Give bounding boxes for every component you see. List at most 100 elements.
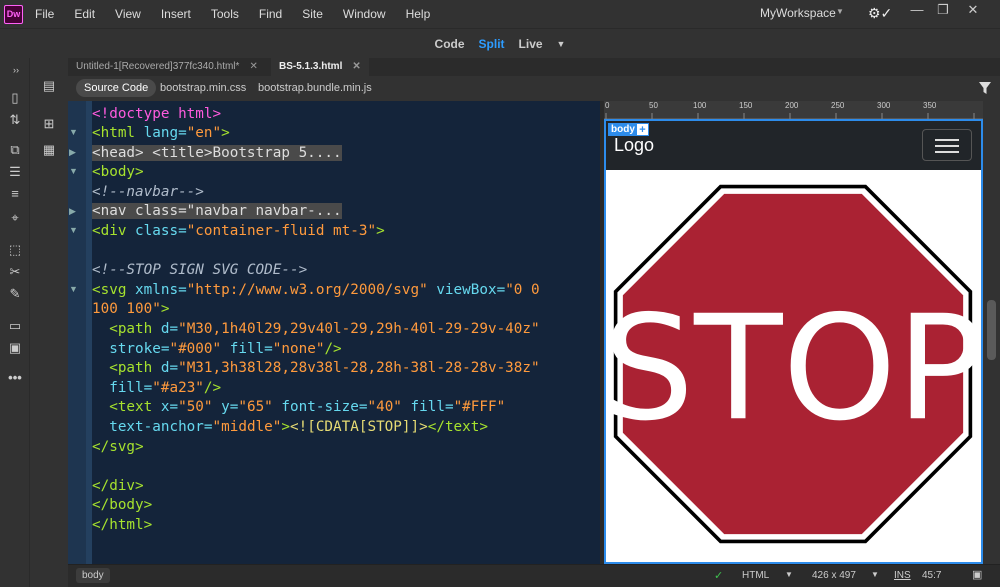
code-token: <path — [92, 360, 161, 376]
menu-file[interactable]: File — [35, 7, 54, 21]
code-line-21: </body> — [92, 495, 152, 515]
dom-tree-icon[interactable]: ⊞ — [41, 116, 57, 132]
preview-navbar: Logo — [606, 121, 981, 170]
code-token: /> — [324, 341, 342, 357]
element-tag-badge[interactable]: body — [608, 123, 638, 136]
expand-icon[interactable]: ›› — [8, 62, 24, 78]
sync-settings-icon[interactable]: ⚙✓ — [868, 5, 892, 21]
ruler-label: 250 — [831, 101, 845, 110]
code-view-button[interactable]: Code — [435, 37, 465, 51]
doctype-select[interactable]: HTML — [742, 570, 769, 581]
menu-find[interactable]: Find — [259, 7, 282, 21]
code-comment: <!--navbar--> — [92, 184, 204, 200]
collapsed-code[interactable]: <head> <title>Bootstrap 5.... — [92, 145, 342, 161]
restore-icon[interactable]: ❐ — [932, 2, 954, 22]
fold-open-icon[interactable]: ▼ — [69, 284, 79, 294]
code-token: "0 0 — [505, 282, 540, 298]
minimize-icon[interactable]: — — [906, 2, 928, 22]
fold-closed-icon[interactable]: ▶ — [69, 206, 79, 217]
code-comment: <!--STOP SIGN SVG CODE--> — [92, 262, 308, 278]
workspace-switcher[interactable]: MyWorkspace — [760, 6, 836, 20]
source-code-button[interactable]: Source Code — [76, 79, 157, 97]
code-token: xmlns= — [135, 282, 187, 298]
select-icon[interactable]: ⬚ — [7, 242, 23, 258]
code-token: <svg — [92, 282, 136, 298]
preview-icon[interactable]: ▣ — [972, 568, 982, 581]
ruler-label: 200 — [785, 101, 799, 110]
snippet-icon[interactable]: ▣ — [7, 340, 23, 356]
ruler-label: 100 — [693, 101, 707, 110]
brush-icon[interactable]: ✎ — [7, 286, 23, 302]
comment-icon[interactable]: ▭ — [7, 318, 23, 334]
chevron-down-icon[interactable]: ▼ — [836, 7, 844, 16]
code-token: viewBox= — [427, 282, 506, 298]
menu-window[interactable]: Window — [343, 7, 386, 21]
code-line-3: <head> <title>Bootstrap 5.... — [92, 143, 342, 163]
file-transfer-icon[interactable]: ⇅ — [7, 112, 23, 128]
wrap-icon[interactable]: ✂ — [7, 264, 23, 280]
menu-edit[interactable]: Edit — [74, 7, 95, 21]
navbar-logo[interactable]: Logo — [614, 135, 654, 156]
split-view-button[interactable]: Split — [479, 37, 505, 51]
indent-icon[interactable]: ≡ — [7, 186, 23, 202]
new-file-icon[interactable]: ▯ — [7, 90, 23, 106]
code-line-7: <div class="container-fluid mt-3"> — [92, 221, 385, 241]
code-line-13: stroke="#000" fill="none"/> — [92, 339, 342, 359]
code-line-15: fill="#a23"/> — [92, 378, 221, 398]
related-file-js[interactable]: bootstrap.bundle.min.js — [258, 82, 372, 94]
assets-icon[interactable]: ▦ — [41, 142, 57, 158]
code-token: "#a23" — [152, 380, 204, 396]
fold-open-icon[interactable]: ▼ — [69, 166, 79, 176]
code-line-22: </html> — [92, 515, 152, 535]
ruler-label: 50 — [649, 101, 658, 110]
code-token: text-anchor= — [92, 419, 213, 435]
menu-site[interactable]: Site — [302, 7, 323, 21]
fold-open-icon[interactable]: ▼ — [69, 225, 79, 235]
code-editor[interactable]: <!doctype html> <html lang="en"> <head> … — [92, 101, 600, 564]
tab-untitled[interactable]: Untitled-1[Recovered]377fc340.html* ✕ — [68, 58, 266, 76]
close-icon[interactable]: ✕ — [962, 2, 984, 22]
scrollbar-thumb[interactable] — [987, 300, 996, 360]
code-line-2: <html lang="en"> — [92, 123, 230, 143]
add-element-button[interactable]: + — [636, 123, 649, 136]
code-token: class= — [135, 223, 187, 239]
hamburger-icon — [935, 151, 959, 153]
menu-insert[interactable]: Insert — [161, 7, 191, 21]
fold-open-icon[interactable]: ▼ — [69, 127, 79, 137]
code-token: d= — [160, 360, 179, 376]
check-icon[interactable]: ✓ — [714, 569, 723, 582]
code-view-icon[interactable]: ⧉ — [7, 142, 23, 158]
fold-closed-icon[interactable]: ▶ — [69, 147, 79, 158]
code-token: </text> — [427, 419, 488, 435]
live-view[interactable]: Logo body + STOP — [604, 119, 983, 564]
collapsed-code[interactable]: <nav class="navbar navbar-... — [92, 203, 342, 219]
code-token: </html> — [92, 517, 153, 533]
chevron-down-icon[interactable]: ▼ — [557, 39, 566, 49]
tab-bs-5-1-3[interactable]: BS-5.1.3.html ✕ — [271, 58, 369, 76]
close-icon[interactable]: ✕ — [249, 61, 257, 72]
code-format-icon[interactable]: ☰ — [7, 164, 23, 180]
code-token: stroke= — [92, 341, 170, 357]
code-line-11: 100 100"> — [92, 299, 169, 319]
filter-icon[interactable] — [978, 81, 992, 95]
navbar-toggler-button[interactable] — [922, 129, 972, 161]
menu-tools[interactable]: Tools — [211, 7, 239, 21]
code-token: "http://www.w3.org/2000/svg" — [186, 282, 428, 298]
tag-selector[interactable]: body — [76, 568, 110, 583]
ruler-label: 350 — [923, 101, 937, 110]
code-token: <path — [92, 321, 161, 337]
panel-toolbar: ▤ ⊞ ▦ — [30, 58, 68, 587]
menu-help[interactable]: Help — [406, 7, 431, 21]
live-view-button[interactable]: Live — [519, 37, 543, 51]
close-icon[interactable]: ✕ — [352, 61, 360, 72]
chevron-down-icon[interactable]: ▼ — [871, 570, 879, 579]
code-token: <html — [92, 125, 144, 141]
menu-view[interactable]: View — [115, 7, 141, 21]
related-file-css[interactable]: bootstrap.min.css — [160, 82, 246, 94]
more-icon[interactable]: ••• — [7, 370, 23, 386]
target-icon[interactable]: ⌖ — [7, 210, 23, 226]
chevron-down-icon[interactable]: ▼ — [785, 570, 793, 579]
insert-mode[interactable]: INS — [894, 570, 911, 581]
window-size-select[interactable]: 426 x 497 — [812, 570, 856, 581]
insert-panel-icon[interactable]: ▤ — [41, 78, 57, 94]
